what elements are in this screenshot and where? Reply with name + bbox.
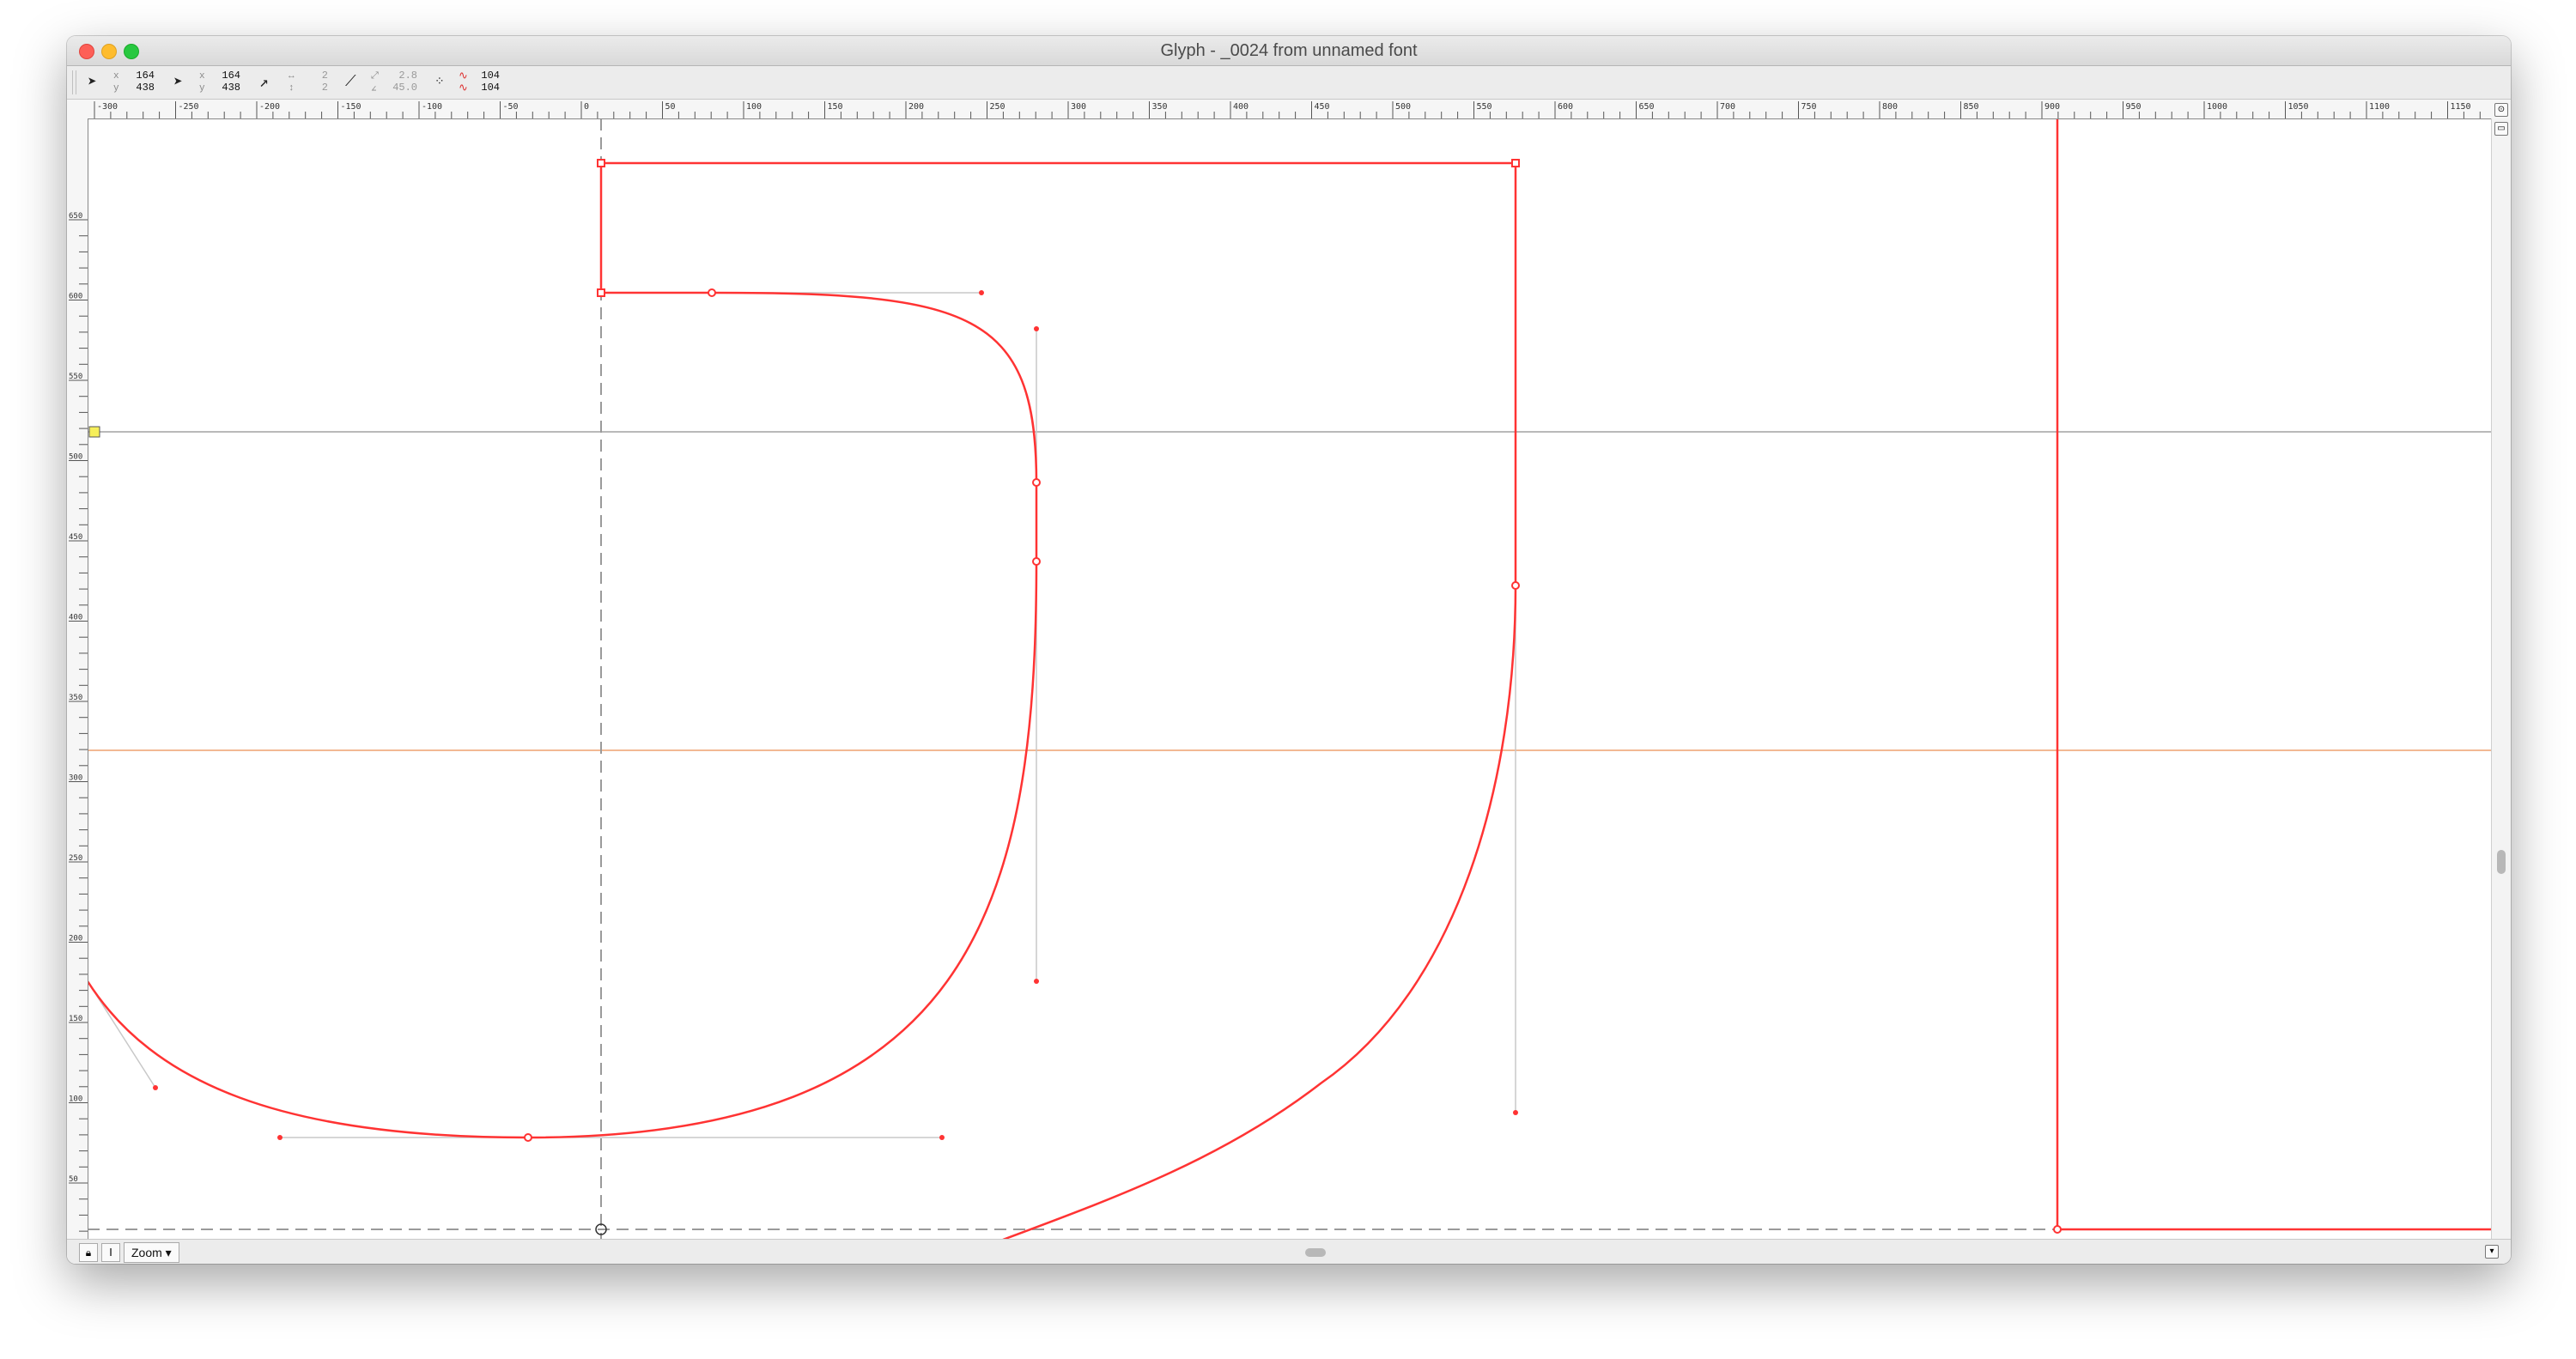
off-curve-points[interactable] xyxy=(153,290,1518,1140)
zoom-menu-button[interactable]: Zoom ▾ xyxy=(124,1242,179,1263)
left-ruler-ticks: 650 600 550 500 450 400 350 300 250 200 150 100 50 xyxy=(69,212,88,1248)
ruler-label: -250 xyxy=(179,102,199,112)
ruler-label: -300 xyxy=(97,102,118,112)
ruler-label: 1050 xyxy=(2288,102,2309,112)
ruler-label: 1150 xyxy=(2451,102,2471,112)
ruler-label: 700 xyxy=(1720,102,1735,112)
guide-marker-icon[interactable] xyxy=(88,426,100,438)
vertical-scroll-thumb[interactable] xyxy=(2497,850,2506,874)
ruler-label: 600 xyxy=(69,293,82,301)
ruler-label: 500 xyxy=(1395,102,1411,112)
inner-contour[interactable] xyxy=(86,163,1038,1139)
lock-icon[interactable]: 🔒︎ xyxy=(79,1243,98,1262)
ruler-label: 900 xyxy=(2044,102,2060,112)
top-ruler[interactable]: -300 -250 -200 -150 -100 -50 0 50 100 150 200 250 30… xyxy=(67,100,2511,119)
ruler-label: 0 xyxy=(584,102,589,112)
ruler-label: 300 xyxy=(1071,102,1086,112)
ruler-label: 250 xyxy=(69,854,82,863)
layers-toggle-icon[interactable]: ⊙ xyxy=(2494,103,2508,117)
ruler-label: 550 xyxy=(1477,102,1492,112)
glyph-canvas[interactable] xyxy=(67,36,2511,1264)
ruler-label: 850 xyxy=(1964,102,1979,112)
ruler-label: 550 xyxy=(69,373,82,381)
scroll-down-icon[interactable]: ▾ xyxy=(2485,1245,2499,1259)
window-split-icon[interactable]: ▭ xyxy=(2494,122,2508,136)
bottom-bar: 🔒︎ I Zoom ▾ ▾ xyxy=(67,1239,2511,1264)
ruler-label: 200 xyxy=(908,102,924,112)
ruler-label: 450 xyxy=(1315,102,1330,112)
ruler-label: -50 xyxy=(503,102,519,112)
ruler-label: -200 xyxy=(259,102,280,112)
top-ruler-ticks: -300 -250 -200 -150 -100 -50 0 50 100 150 200 250 30… xyxy=(94,101,2481,118)
vertical-scrollbar[interactable]: ▭ xyxy=(2491,118,2511,1240)
ruler-label: 450 xyxy=(69,533,82,542)
ruler-label: 250 xyxy=(990,102,1005,112)
ruler-label: 150 xyxy=(69,1015,82,1023)
ruler-label: 1100 xyxy=(2369,102,2390,112)
on-curve-points[interactable] xyxy=(524,159,2062,1234)
ruler-label: -100 xyxy=(422,102,442,112)
ruler-label: 100 xyxy=(69,1095,82,1104)
ruler-label: 50 xyxy=(69,1175,78,1184)
ibeam-icon[interactable]: I xyxy=(101,1243,120,1262)
ruler-label: 950 xyxy=(2126,102,2142,112)
ruler-label: 400 xyxy=(69,614,82,622)
ruler-label: 650 xyxy=(1639,102,1655,112)
ruler-label: 500 xyxy=(69,453,82,462)
control-handles xyxy=(87,292,1516,1138)
ruler-label: 100 xyxy=(746,102,762,112)
ruler-label: 350 xyxy=(1152,102,1168,112)
ruler-label: 750 xyxy=(1801,102,1817,112)
ruler-label: 1000 xyxy=(2207,102,2227,112)
outer-contour[interactable] xyxy=(601,161,1517,1241)
ruler-label: 600 xyxy=(1558,102,1573,112)
ruler-label: 650 xyxy=(69,212,82,221)
ruler-label: 150 xyxy=(828,102,843,112)
ruler-label: -150 xyxy=(341,102,361,112)
ruler-label: 200 xyxy=(69,935,82,943)
ruler-label: 350 xyxy=(69,694,82,702)
ruler-label: 400 xyxy=(1233,102,1249,112)
horizontal-scroll-thumb[interactable] xyxy=(1305,1248,1326,1257)
ruler-label: 800 xyxy=(1882,102,1898,112)
left-ruler[interactable]: 650 600 550 500 450 400 350 300 250 200 150 100 50 xyxy=(67,118,88,1260)
ruler-label: 50 xyxy=(665,102,676,112)
glyph-window: Glyph - _0024 from unnamed font ➤ x y 16… xyxy=(67,36,2511,1264)
ruler-label: 300 xyxy=(69,774,82,783)
